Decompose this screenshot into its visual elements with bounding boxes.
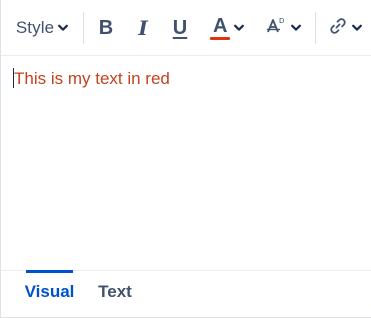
style-dropdown-button[interactable]: Style xyxy=(9,12,75,44)
text-color-glyph: A xyxy=(213,15,228,37)
style-dropdown-label: Style xyxy=(15,18,55,37)
tab-text-label: Text xyxy=(98,282,132,301)
link-button[interactable] xyxy=(323,12,367,44)
chevron-down-icon xyxy=(58,24,69,32)
editor-toolbar: Style B I U A D xyxy=(1,0,371,56)
text-color-swatch xyxy=(210,37,230,40)
chevron-down-icon xyxy=(234,24,244,32)
text-color-icon: A xyxy=(210,15,230,41)
chevron-down-icon xyxy=(352,24,362,32)
content-text: This is my text in red xyxy=(14,69,170,88)
bold-icon: B xyxy=(98,17,114,39)
toolbar-divider xyxy=(315,12,316,44)
italic-icon: I xyxy=(138,16,148,40)
text-color-button[interactable]: A xyxy=(204,12,250,44)
tab-text[interactable]: Text xyxy=(93,270,137,314)
clear-formatting-icon: D xyxy=(265,16,287,41)
italic-button[interactable]: I xyxy=(128,12,158,44)
link-icon xyxy=(328,16,348,41)
underline-button[interactable]: U xyxy=(165,12,195,44)
tab-visual-label: Visual xyxy=(24,282,75,301)
tab-visual[interactable]: Visual xyxy=(24,270,75,314)
chevron-down-icon xyxy=(291,24,301,32)
editor-content-area[interactable]: This is my text in red xyxy=(13,68,359,90)
toolbar-divider xyxy=(83,12,84,44)
bold-button[interactable]: B xyxy=(91,12,121,44)
svg-text:D: D xyxy=(279,17,284,25)
underline-icon: U xyxy=(172,17,188,39)
more-formatting-button[interactable]: D xyxy=(263,12,303,44)
rich-text-editor: Style B I U A D This is my text in red V… xyxy=(0,0,371,318)
